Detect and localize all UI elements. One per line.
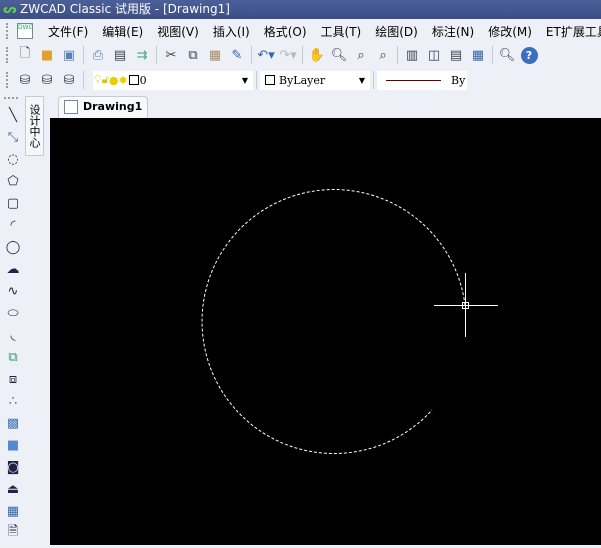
menu-insert[interactable]: 插入(I) <box>206 23 257 40</box>
document-icon[interactable]: DWG <box>17 23 33 39</box>
linetype-value: By <box>451 73 466 87</box>
menu-edit[interactable]: 编辑(E) <box>95 23 150 40</box>
polygon-icon[interactable]: ⬠ <box>3 171 23 191</box>
color-swatch <box>265 75 275 85</box>
doc-tab-label: Drawing1 <box>83 100 143 113</box>
color-dropdown[interactable]: ByLayer ▼ <box>260 70 370 90</box>
layer-viewport-freeze-icon: ✹ <box>118 73 128 87</box>
tab-design-center[interactable]: 设计中心 <box>25 96 44 156</box>
undo-icon[interactable]: ↶▾ <box>257 47 274 64</box>
region-icon[interactable]: ◙ <box>3 457 23 477</box>
spline-icon[interactable]: ∿ <box>3 281 23 301</box>
ellipse-icon[interactable]: ⬭ <box>3 303 23 323</box>
menu-et-tools[interactable]: ET扩展工具(X) <box>539 23 601 40</box>
layer-previous-icon[interactable]: ⛁ <box>39 72 56 89</box>
current-layer: 0 <box>139 73 147 87</box>
chevron-down-icon[interactable]: ▼ <box>242 76 248 85</box>
layer-dropdown[interactable]: 💡︎ 🔓︎ ● ✹ 0 ▼ <box>93 70 253 90</box>
print-preview-icon[interactable]: ▤ <box>112 47 129 64</box>
rectangle-icon[interactable]: ▢ <box>3 193 23 213</box>
redo-icon[interactable]: ↷▾ <box>279 47 296 64</box>
layer-color-swatch <box>128 75 139 85</box>
menu-view[interactable]: 视图(V) <box>150 23 206 40</box>
save-icon[interactable]: ▣ <box>61 47 78 64</box>
arc-icon[interactable]: ◜ <box>3 215 23 235</box>
title-bar: ᔕ ZWCAD Classic 试用版 - [Drawing1] <box>0 0 601 19</box>
polyline-icon[interactable]: ◌ <box>3 149 23 169</box>
open-icon[interactable]: ■ <box>39 47 56 64</box>
toolbar-grip[interactable] <box>6 72 9 88</box>
calculator-icon[interactable]: ▦ <box>470 47 487 64</box>
toolbar-grip[interactable] <box>6 47 9 63</box>
tool-palette-icon[interactable]: ▤ <box>448 47 465 64</box>
layer-state-icon[interactable]: ⛁ <box>61 72 78 89</box>
xline-icon[interactable]: ⤡ <box>3 127 23 147</box>
layer-on-icon: 💡︎ <box>94 73 102 86</box>
arc-preview <box>201 189 466 454</box>
publish-icon[interactable]: ⇉ <box>134 47 151 64</box>
table-icon[interactable]: ▦ <box>3 501 23 521</box>
properties-icon[interactable]: ▥ <box>404 47 421 64</box>
match-properties-icon[interactable]: ✎ <box>229 47 246 64</box>
color-value: ByLayer <box>279 73 326 87</box>
zoom-realtime-icon[interactable]: 🔍︎ <box>331 47 348 64</box>
menu-bar: DWG 文件(F) 编辑(E) 视图(V) 插入(I) 格式(O) 工具(T) … <box>0 19 601 43</box>
circle-icon[interactable]: ◯ <box>3 237 23 257</box>
layers-toolbar: ⛁ ⛁ ⛁ 💡︎ 🔓︎ ● ✹ 0 ▼ ByLayer ▼ By <box>0 68 601 92</box>
revcloud-icon[interactable]: ☁︎ <box>3 259 23 279</box>
line-icon[interactable]: ╲ <box>3 105 23 125</box>
layer-manager-icon[interactable]: ⛁ <box>17 72 34 89</box>
help-icon[interactable]: ? <box>520 46 538 64</box>
menu-format[interactable]: 格式(O) <box>257 23 314 40</box>
paste-icon[interactable]: ▦ <box>207 47 224 64</box>
draw-toolbar: ╲ ⤡ ◌ ⬠ ▢ ◜ ◯ ☁︎ ∿ ⬭ ◟ ⧉ ⧈ ∴ ▩ ■ ◙ ⏏ ▦ 🗎 <box>0 95 26 545</box>
print-icon[interactable]: ⎙ <box>90 47 107 64</box>
menu-dimension[interactable]: 标注(N) <box>425 23 481 40</box>
menu-modify[interactable]: 修改(M) <box>481 23 539 40</box>
design-center-icon[interactable]: ◫ <box>426 47 443 64</box>
linetype-dropdown[interactable]: By <box>377 70 467 90</box>
drawing-icon <box>64 100 78 114</box>
drawing-canvas[interactable] <box>50 118 601 545</box>
crosshair-cursor <box>434 273 498 337</box>
standard-toolbar: 🗋 ■ ▣ ⎙ ▤ ⇉ ✂ ⧉ ▦ ✎ ↶▾ ↷▾ ✋ 🔍︎ ⌕ ⌕ ▥ ◫ ▤… <box>0 43 601 67</box>
window-title: ZWCAD Classic 试用版 - [Drawing1] <box>20 2 230 16</box>
gradient-icon[interactable]: ■ <box>3 435 23 455</box>
copy-icon[interactable]: ⧉ <box>185 47 202 64</box>
toolbar-grip[interactable] <box>6 23 8 39</box>
boundary-icon[interactable]: ⏏ <box>3 479 23 499</box>
point-icon[interactable]: ∴ <box>3 391 23 411</box>
pan-icon[interactable]: ✋ <box>309 47 326 64</box>
ellipse-arc-icon[interactable]: ◟ <box>3 325 23 345</box>
layer-freeze-icon: ● <box>108 73 119 87</box>
layer-lock-icon: 🔓︎ <box>101 73 109 86</box>
model-space[interactable] <box>50 118 601 545</box>
hatch-icon[interactable]: ▩ <box>3 413 23 433</box>
new-icon[interactable]: 🗋 <box>17 46 34 64</box>
cut-icon[interactable]: ✂ <box>163 47 180 64</box>
zoom-window-icon[interactable]: ⌕ <box>353 47 370 64</box>
menu-draw[interactable]: 绘图(D) <box>368 23 425 40</box>
search-icon[interactable]: 🔍︎ <box>499 47 516 64</box>
tab-drawing1[interactable]: Drawing1 <box>58 96 148 118</box>
chevron-down-icon[interactable]: ▼ <box>359 76 365 85</box>
menu-file[interactable]: 文件(F) <box>41 23 95 40</box>
insert-block-icon[interactable]: ⧉ <box>3 347 23 367</box>
zoom-previous-icon[interactable]: ⌕ <box>375 47 392 64</box>
app-logo-icon: ᔕ <box>3 2 17 16</box>
linetype-sample <box>386 79 441 81</box>
make-block-icon[interactable]: ⧈ <box>3 369 23 389</box>
menu-tools[interactable]: 工具(T) <box>314 23 369 40</box>
mtext-icon[interactable]: 🗎 <box>3 523 23 543</box>
